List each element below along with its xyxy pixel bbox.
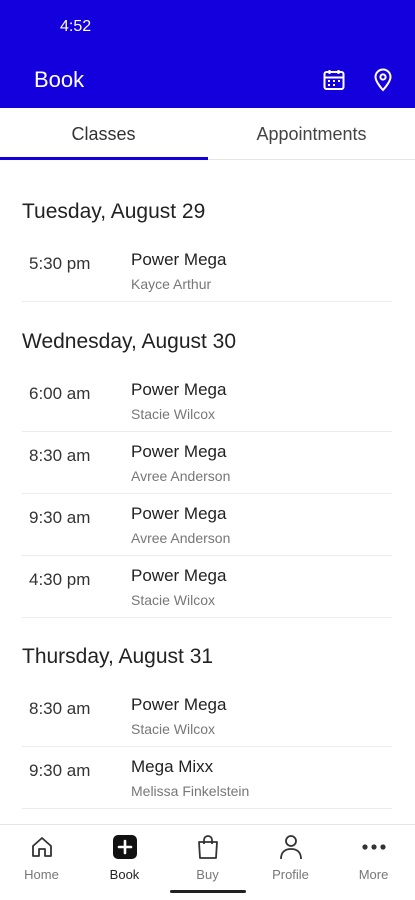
class-name: Power Mega	[131, 380, 227, 399]
page-title: Book	[34, 67, 85, 92]
nav-item-profile[interactable]: Profile	[249, 833, 332, 885]
class-schedule-list[interactable]: Tuesday, August 29 5:30 pm Power Mega Ka…	[0, 160, 415, 824]
class-name: Mega Mixx	[131, 757, 214, 776]
class-row[interactable]: 5:30 pm Power Mega Kayce Arthur	[22, 240, 392, 302]
class-instructor: Avree Anderson	[131, 530, 231, 546]
class-row[interactable]: 9:30 am Mega Mixx Melissa Finkelstein	[22, 747, 392, 809]
class-time: 4:30 pm	[29, 570, 91, 589]
class-name: Power Mega	[131, 442, 227, 461]
person-icon	[277, 833, 305, 861]
nav-label: Profile	[272, 867, 309, 882]
class-instructor: Melissa Finkelstein	[131, 783, 250, 799]
day-header: Tuesday, August 29	[22, 200, 206, 223]
class-instructor: Stacie Wilcox	[131, 721, 216, 737]
nav-label: Buy	[196, 867, 219, 882]
tab-bar: Classes Appointments	[0, 108, 415, 160]
class-row[interactable]: 6:00 am Power Mega Stacie Wilcox	[22, 370, 392, 432]
class-name: Power Mega	[131, 504, 227, 523]
day-header: Thursday, August 31	[22, 645, 214, 668]
tab-appointments[interactable]: Appointments	[208, 108, 415, 160]
nav-item-more[interactable]: More	[332, 833, 415, 885]
home-indicator	[170, 890, 246, 893]
nav-label: Home	[24, 867, 59, 882]
class-name: Power Mega	[131, 566, 227, 585]
tab-classes[interactable]: Classes	[0, 108, 207, 160]
class-time: 8:30 am	[29, 699, 91, 718]
location-pin-icon[interactable]	[369, 66, 397, 94]
class-time: 5:30 pm	[29, 254, 91, 273]
nav-item-home[interactable]: Home	[0, 833, 83, 885]
class-time: 6:00 am	[29, 384, 91, 403]
class-instructor: Avree Anderson	[131, 468, 231, 484]
app-bar: Book	[0, 52, 415, 108]
bottom-nav: Home Book Buy Profile More	[0, 824, 415, 900]
class-row[interactable]: 9:30 am Power Mega Avree Anderson	[22, 494, 392, 556]
shopping-bag-icon	[194, 833, 222, 861]
class-time: 9:30 am	[29, 508, 91, 527]
nav-item-buy[interactable]: Buy	[166, 833, 249, 885]
class-row[interactable]: 8:30 am Power Mega Avree Anderson	[22, 432, 392, 494]
class-name: Power Mega	[131, 695, 227, 714]
home-icon	[28, 833, 56, 861]
class-time: 8:30 am	[29, 446, 91, 465]
class-row[interactable]: 4:30 pm Power Mega Stacie Wilcox	[22, 556, 392, 618]
more-dots-icon	[360, 833, 388, 861]
class-instructor: Stacie Wilcox	[131, 592, 216, 608]
class-row[interactable]: 8:30 am Power Mega Stacie Wilcox	[22, 685, 392, 747]
plus-square-icon	[111, 833, 139, 861]
nav-label: More	[358, 867, 389, 882]
nav-item-book[interactable]: Book	[83, 833, 166, 885]
status-time: 4:52	[60, 18, 92, 35]
day-header: Wednesday, August 30	[22, 330, 237, 353]
nav-label: Book	[109, 867, 140, 882]
calendar-icon[interactable]	[320, 66, 348, 94]
class-instructor: Stacie Wilcox	[131, 406, 216, 422]
class-instructor: Kayce Arthur	[131, 276, 212, 292]
class-name: Power Mega	[131, 250, 227, 269]
class-time: 9:30 am	[29, 761, 91, 780]
status-bar: 4:52	[0, 0, 415, 52]
